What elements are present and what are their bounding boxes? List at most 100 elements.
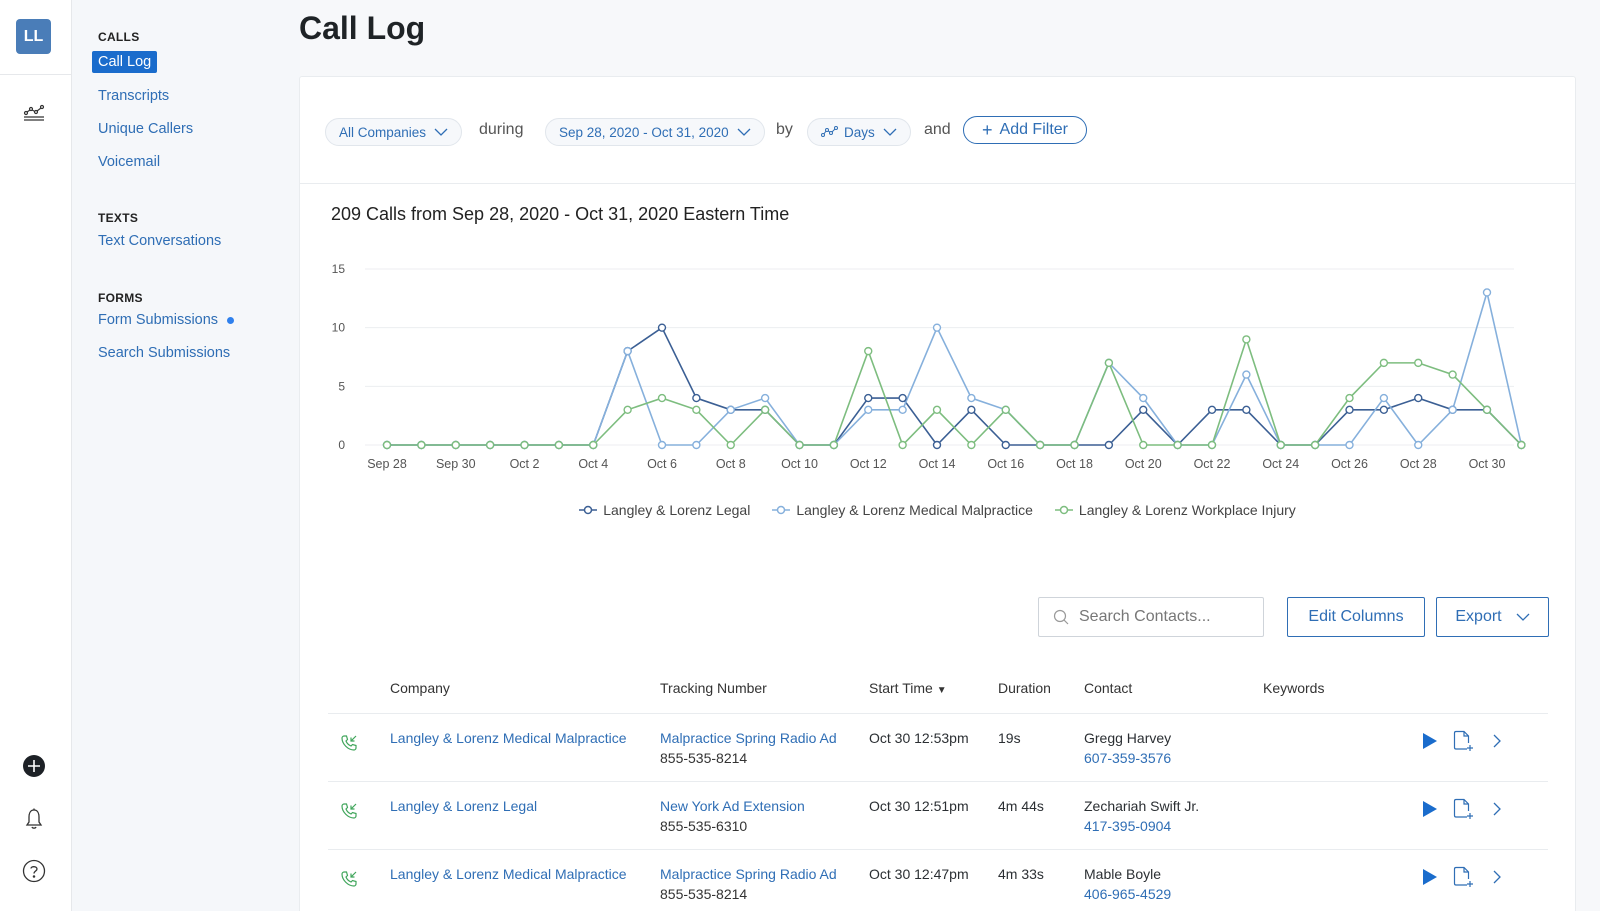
data-point xyxy=(623,405,632,415)
chevron-right-icon[interactable] xyxy=(1490,732,1504,750)
play-recording-icon[interactable] xyxy=(1420,798,1440,820)
contact-phone-link[interactable]: 607-359-3576 xyxy=(1084,748,1171,768)
company-link[interactable]: Langley & Lorenz Medical Malpractice xyxy=(390,864,627,884)
contact-phone-link[interactable]: 417-395-0904 xyxy=(1084,816,1199,836)
legend-marker-icon xyxy=(772,505,791,515)
search-contacts-field[interactable] xyxy=(1038,597,1264,637)
data-point xyxy=(1345,405,1354,415)
column-header-contact[interactable]: Contact xyxy=(1084,680,1132,696)
data-point xyxy=(1070,440,1079,450)
nav-item-form-submissions[interactable]: Form Submissions xyxy=(98,312,235,328)
chevron-down-icon xyxy=(434,128,448,136)
data-point xyxy=(554,440,564,450)
duration: 4m 33s xyxy=(998,866,1044,882)
x-tick-label: Oct 24 xyxy=(1262,457,1299,471)
table-row[interactable]: Langley & Lorenz Medical Malpractice Mal… xyxy=(328,714,1548,782)
contact-name: Mable Boyle xyxy=(1084,866,1162,882)
account-avatar[interactable]: LL xyxy=(16,19,51,54)
data-point xyxy=(1276,440,1285,450)
chevron-down-icon xyxy=(737,128,751,136)
nav-item-voicemail[interactable]: Voicemail xyxy=(98,154,160,170)
column-header-duration[interactable]: Duration xyxy=(998,680,1051,696)
interval-value: Days xyxy=(844,124,875,140)
chevron-right-icon[interactable] xyxy=(1490,800,1504,818)
data-point xyxy=(1482,288,1492,297)
add-note-icon[interactable] xyxy=(1452,730,1474,752)
x-tick-label: Oct 20 xyxy=(1125,457,1162,471)
tracking-number-cell: Malpractice Spring Radio Ad 855-535-8214 xyxy=(660,728,837,768)
bell-icon[interactable] xyxy=(20,805,48,833)
edit-columns-button[interactable]: Edit Columns xyxy=(1287,597,1425,637)
data-point xyxy=(1379,405,1389,415)
call-log-table: Company Tracking Number Start Time ▼ Dur… xyxy=(328,662,1548,911)
tracking-number: 855-535-8214 xyxy=(660,750,748,766)
data-point xyxy=(967,440,976,450)
data-point xyxy=(760,405,770,415)
data-point xyxy=(417,440,426,450)
date-range-dropdown[interactable]: Sep 28, 2020 - Oct 31, 2020 xyxy=(545,118,765,146)
analytics-icon[interactable] xyxy=(20,98,48,126)
during-label: during xyxy=(479,121,524,138)
legend-item-medical-malpractice[interactable]: Langley & Lorenz Medical Malpractice xyxy=(772,502,1033,518)
table-row[interactable]: Langley & Lorenz Legal New York Ad Exten… xyxy=(328,782,1548,850)
tracking-name-link[interactable]: New York Ad Extension xyxy=(660,796,805,816)
data-point xyxy=(692,440,701,450)
legend-marker-icon xyxy=(1054,505,1073,515)
column-header-company[interactable]: Company xyxy=(390,680,450,696)
column-header-keywords[interactable]: Keywords xyxy=(1263,680,1324,696)
help-icon[interactable] xyxy=(20,857,48,885)
play-recording-icon[interactable] xyxy=(1420,866,1440,888)
add-icon[interactable] xyxy=(20,752,48,780)
column-header-tracking-number[interactable]: Tracking Number xyxy=(660,680,767,696)
data-point xyxy=(932,323,942,332)
x-tick-label: Oct 30 xyxy=(1469,457,1506,471)
inbound-call-icon xyxy=(340,734,358,752)
nav-item-unique-callers[interactable]: Unique Callers xyxy=(98,121,193,137)
data-point xyxy=(1001,405,1010,415)
tracking-number-cell: Malpractice Spring Radio Ad 855-535-8214 xyxy=(660,864,837,904)
data-point xyxy=(1001,440,1010,450)
nav-item-search-submissions[interactable]: Search Submissions xyxy=(98,345,230,361)
chevron-right-icon[interactable] xyxy=(1490,868,1504,886)
data-point xyxy=(1242,405,1251,415)
data-point xyxy=(1104,358,1114,368)
company-link[interactable]: Langley & Lorenz Legal xyxy=(390,796,537,816)
contact-cell: Zechariah Swift Jr. 417-395-0904 xyxy=(1084,796,1199,836)
add-filter-button[interactable]: + Add Filter xyxy=(963,116,1087,144)
nav-item-call-log[interactable]: Call Log xyxy=(92,51,158,73)
plus-icon: + xyxy=(982,119,993,140)
data-point xyxy=(1207,440,1217,450)
nav-item-text-conversations[interactable]: Text Conversations xyxy=(98,233,221,249)
series-line-2 xyxy=(387,336,1522,447)
x-tick-label: Oct 14 xyxy=(919,457,956,471)
company-link[interactable]: Langley & Lorenz Medical Malpractice xyxy=(390,728,627,748)
search-contacts-input[interactable] xyxy=(1079,608,1259,626)
column-header-start-time[interactable]: Start Time ▼ xyxy=(869,680,947,696)
data-point xyxy=(1345,393,1354,403)
interval-dropdown[interactable]: Days xyxy=(807,118,911,146)
nav-item-transcripts[interactable]: Transcripts xyxy=(98,88,169,104)
company-filter-dropdown[interactable]: All Companies xyxy=(325,118,463,146)
legend-item-legal[interactable]: Langley & Lorenz Legal xyxy=(579,502,750,518)
data-point xyxy=(1139,393,1148,403)
x-tick-label: Oct 8 xyxy=(716,457,746,471)
tracking-name-link[interactable]: Malpractice Spring Radio Ad xyxy=(660,728,837,748)
section-title-forms: FORMS xyxy=(98,291,143,305)
start-time: Oct 30 12:47pm xyxy=(869,866,969,882)
data-point xyxy=(1207,405,1217,415)
play-recording-icon[interactable] xyxy=(1420,730,1440,752)
data-point xyxy=(1035,440,1045,450)
data-point xyxy=(692,405,701,415)
table-row[interactable]: Langley & Lorenz Medical Malpractice Mal… xyxy=(328,850,1548,911)
add-note-icon[interactable] xyxy=(1452,866,1474,888)
x-tick-label: Oct 12 xyxy=(850,457,887,471)
add-note-icon[interactable] xyxy=(1452,798,1474,820)
export-button[interactable]: Export xyxy=(1436,597,1549,637)
data-point xyxy=(520,440,529,450)
legend-item-workplace-injury[interactable]: Langley & Lorenz Workplace Injury xyxy=(1054,502,1296,518)
section-title-calls: CALLS xyxy=(98,30,140,44)
contact-phone-link[interactable]: 406-965-4529 xyxy=(1084,884,1171,904)
date-range-value: Sep 28, 2020 - Oct 31, 2020 xyxy=(559,124,729,140)
tracking-name-link[interactable]: Malpractice Spring Radio Ad xyxy=(660,864,837,884)
data-point xyxy=(1482,405,1492,415)
